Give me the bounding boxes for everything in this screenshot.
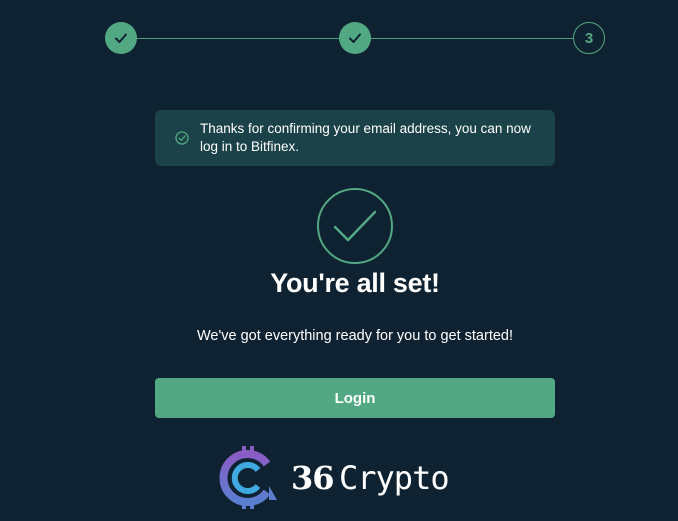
login-button[interactable]: Login: [155, 378, 555, 418]
page-title: You're all set!: [270, 268, 440, 298]
progress-stepper: 3: [0, 0, 678, 80]
stepper-connector: [137, 38, 339, 39]
watermark-logo: 36 Crypto: [213, 442, 473, 512]
check-circle-icon: [175, 131, 189, 145]
watermark-word: Crypto: [339, 459, 450, 497]
step-2-complete: [339, 22, 371, 54]
alert-message: Thanks for confirming your email address…: [200, 121, 531, 154]
watermark-number: 36: [291, 459, 335, 497]
check-icon: [349, 33, 361, 43]
step-3-current: 3: [573, 22, 605, 54]
check-icon: [115, 33, 127, 43]
page-subtitle: We've got everything ready for you to ge…: [196, 328, 514, 344]
step-number: 3: [584, 29, 594, 47]
big-check-circle-icon: [317, 188, 393, 264]
step-1-complete: [105, 22, 137, 54]
stepper-connector: [371, 38, 573, 39]
success-alert: Thanks for confirming your email address…: [155, 110, 555, 166]
crypto-coin-logo-icon: [219, 446, 277, 509]
